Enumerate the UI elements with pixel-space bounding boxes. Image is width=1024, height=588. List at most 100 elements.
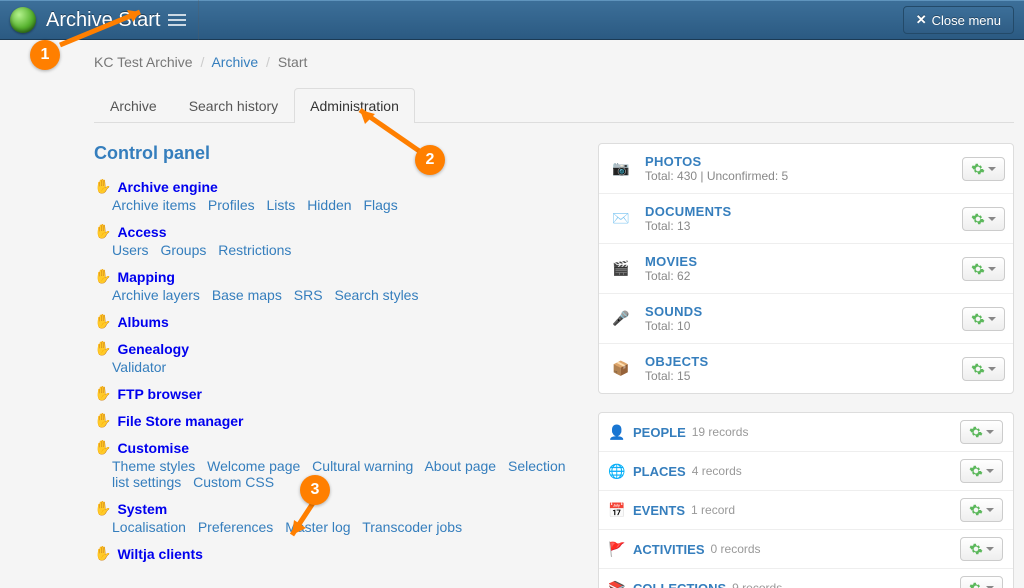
mic-icon: 🎤	[607, 307, 635, 331]
envelope-icon: ✉️	[607, 207, 635, 231]
gear-dropdown-button[interactable]	[962, 357, 1005, 381]
control-panel: Control panel ✋ Archive engine Archive it…	[94, 143, 574, 588]
caret-down-icon	[986, 469, 994, 473]
caret-down-icon	[988, 167, 996, 171]
row-places[interactable]: 🌐PLACES4 records	[599, 451, 1013, 490]
cp-ftp-browser[interactable]: FTP browser	[117, 386, 202, 402]
caret-down-icon	[986, 508, 994, 512]
caret-down-icon	[986, 547, 994, 551]
hand-icon: ✋	[94, 385, 111, 402]
link-master-log[interactable]: Master log	[285, 519, 350, 535]
gear-dropdown-button[interactable]	[962, 257, 1005, 281]
row-activities[interactable]: 🚩ACTIVITIES0 records	[599, 529, 1013, 568]
gear-dropdown-button[interactable]	[960, 459, 1003, 483]
gear-icon	[971, 162, 985, 176]
gear-dropdown-button[interactable]	[960, 420, 1003, 444]
link-flags[interactable]: Flags	[363, 197, 397, 213]
card-objects[interactable]: 📦 OBJECTSTotal: 15	[599, 343, 1013, 393]
gear-dropdown-button[interactable]	[962, 207, 1005, 231]
cp-system[interactable]: System	[117, 501, 167, 517]
breadcrumb-leaf: Start	[278, 54, 308, 70]
link-users[interactable]: Users	[112, 242, 149, 258]
link-archive-items[interactable]: Archive items	[112, 197, 196, 213]
person-icon: 👤	[609, 424, 625, 440]
link-transcoder-jobs[interactable]: Transcoder jobs	[362, 519, 462, 535]
gear-icon	[971, 262, 985, 276]
top-bar: Archive Start ✕ Close menu	[0, 0, 1024, 40]
cp-genealogy[interactable]: Genealogy	[117, 341, 189, 357]
gear-dropdown-button[interactable]	[962, 157, 1005, 181]
card-documents[interactable]: ✉️ DOCUMENTSTotal: 13	[599, 193, 1013, 243]
breadcrumb-root: KC Test Archive	[94, 54, 193, 70]
gear-icon	[971, 312, 985, 326]
card-sounds[interactable]: 🎤 SOUNDSTotal: 10	[599, 293, 1013, 343]
cp-customise[interactable]: Customise	[117, 440, 189, 456]
gear-icon	[969, 503, 983, 517]
breadcrumb-archive-link[interactable]: Archive	[211, 54, 258, 70]
link-about-page[interactable]: About page	[424, 458, 496, 474]
link-archive-layers[interactable]: Archive layers	[112, 287, 200, 303]
cp-mapping[interactable]: Mapping	[117, 269, 175, 285]
row-people[interactable]: 👤PEOPLE19 records	[599, 413, 1013, 451]
breadcrumb: KC Test Archive / Archive / Start	[94, 54, 1014, 70]
cp-archive-engine[interactable]: Archive engine	[117, 179, 217, 195]
hamburger-menu-icon[interactable]	[168, 14, 186, 26]
gear-dropdown-button[interactable]	[960, 498, 1003, 522]
gear-icon	[969, 581, 983, 588]
card-photos[interactable]: 📷 PHOTOSTotal: 430 | Unconfirmed: 5	[599, 144, 1013, 193]
caret-down-icon	[988, 317, 996, 321]
box-icon: 📦	[607, 357, 635, 381]
link-hidden[interactable]: Hidden	[307, 197, 351, 213]
app-orb-icon	[10, 7, 36, 33]
link-groups[interactable]: Groups	[160, 242, 206, 258]
hand-icon: ✋	[94, 340, 111, 357]
caret-down-icon	[988, 217, 996, 221]
link-search-styles[interactable]: Search styles	[334, 287, 418, 303]
link-custom-css[interactable]: Custom CSS	[193, 474, 274, 490]
card-movies[interactable]: 🎬 MOVIESTotal: 62	[599, 243, 1013, 293]
caret-down-icon	[986, 430, 994, 434]
link-profiles[interactable]: Profiles	[208, 197, 255, 213]
link-srs[interactable]: SRS	[294, 287, 323, 303]
link-welcome-page[interactable]: Welcome page	[207, 458, 300, 474]
close-menu-button[interactable]: ✕ Close menu	[903, 6, 1014, 34]
hand-icon: ✋	[94, 268, 111, 285]
cp-albums[interactable]: Albums	[117, 314, 168, 330]
divider	[198, 0, 199, 40]
stack-icon: 📚	[609, 580, 625, 588]
row-events[interactable]: 📅EVENTS1 record	[599, 490, 1013, 529]
media-card-group: 📷 PHOTOSTotal: 430 | Unconfirmed: 5 ✉️ D…	[598, 143, 1014, 394]
link-cultural-warning[interactable]: Cultural warning	[312, 458, 413, 474]
hand-icon: ✋	[94, 439, 111, 456]
link-restrictions[interactable]: Restrictions	[218, 242, 291, 258]
control-panel-title: Control panel	[94, 143, 574, 164]
link-theme-styles[interactable]: Theme styles	[112, 458, 195, 474]
tab-search-history[interactable]: Search history	[173, 88, 294, 123]
row-collections[interactable]: 📚COLLECTIONS9 records	[599, 568, 1013, 588]
hand-icon: ✋	[94, 178, 111, 195]
gear-icon	[971, 362, 985, 376]
tab-archive[interactable]: Archive	[94, 88, 173, 123]
film-icon: 🎬	[607, 257, 635, 281]
close-menu-label: Close menu	[932, 13, 1001, 28]
link-preferences[interactable]: Preferences	[198, 519, 273, 535]
cp-file-store-manager[interactable]: File Store manager	[117, 413, 243, 429]
link-localisation[interactable]: Localisation	[112, 519, 186, 535]
close-icon: ✕	[916, 12, 927, 28]
gear-dropdown-button[interactable]	[960, 537, 1003, 561]
gear-dropdown-button[interactable]	[960, 576, 1003, 588]
link-lists[interactable]: Lists	[267, 197, 296, 213]
hand-icon: ✋	[94, 500, 111, 517]
cp-wiltja-clients[interactable]: Wiltja clients	[117, 546, 202, 562]
cp-access[interactable]: Access	[117, 224, 166, 240]
link-validator[interactable]: Validator	[112, 359, 166, 375]
tab-administration[interactable]: Administration	[294, 88, 415, 123]
hand-icon: ✋	[94, 313, 111, 330]
hand-icon: ✋	[94, 223, 111, 240]
gear-dropdown-button[interactable]	[962, 307, 1005, 331]
globe-icon: 🌐	[609, 463, 625, 479]
link-base-maps[interactable]: Base maps	[212, 287, 282, 303]
hand-icon: ✋	[94, 412, 111, 429]
caret-down-icon	[988, 367, 996, 371]
tab-bar: Archive Search history Administration	[94, 88, 1014, 123]
